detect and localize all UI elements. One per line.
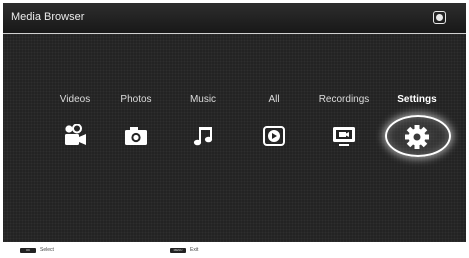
page-title: Media Browser — [11, 11, 85, 23]
video-camera-icon — [65, 124, 86, 145]
menu-item-recordings[interactable]: Recordings — [309, 93, 379, 155]
gear-icon — [405, 125, 429, 149]
menu-key-icon: MENU — [170, 248, 186, 253]
select-hint: Select — [40, 247, 54, 253]
menu-item-music[interactable]: Music — [168, 93, 238, 155]
header-bar: Media Browser — [3, 3, 466, 33]
menu-item-all[interactable]: All — [239, 93, 309, 155]
header-divider — [3, 33, 466, 34]
exit-hint: Exit — [190, 247, 199, 253]
menu-item-videos[interactable]: Videos — [40, 93, 110, 155]
camera-icon — [125, 127, 147, 145]
menu-item-photos[interactable]: Photos — [101, 93, 171, 155]
menu-item-label: Recordings — [318, 94, 370, 105]
recording-tv-icon — [333, 127, 355, 146]
play-icon — [263, 126, 285, 146]
menu-item-label: Photos — [120, 94, 152, 105]
music-note-icon — [193, 127, 213, 146]
menu-item-label: Music — [189, 94, 217, 105]
menu-item-label: Settings — [397, 94, 437, 105]
ok-key-icon: OK — [20, 248, 36, 253]
app-logo-icon — [433, 11, 446, 24]
menu-item-label: All — [268, 94, 280, 105]
footer-hints: OK Select MENU Exit — [0, 244, 469, 258]
tv-screen: Media Browser Videos Photos Music All Re… — [3, 3, 466, 242]
menu-item-settings[interactable]: Settings — [382, 93, 452, 157]
menu-item-label: Videos — [59, 94, 91, 105]
